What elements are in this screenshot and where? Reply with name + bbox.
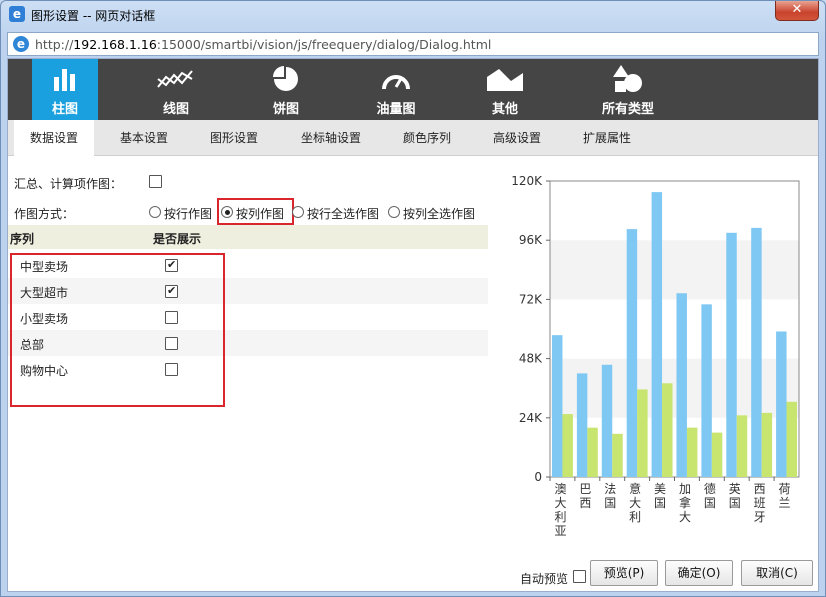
- tab-color-series[interactable]: 颜色序列: [387, 120, 467, 156]
- y-tick-label: 120K: [511, 174, 543, 188]
- mode-by-row-radio[interactable]: [149, 206, 161, 218]
- grid-band: [550, 240, 799, 300]
- y-tick-label: 96K: [519, 233, 543, 247]
- tab-axis-settings[interactable]: 坐标轴设置: [284, 120, 378, 156]
- pie-chart-icon: [273, 66, 298, 91]
- chart-type-label: 饼图: [272, 102, 299, 117]
- y-tick-label: 48K: [519, 352, 543, 366]
- mode-by-row-all-radio[interactable]: [292, 206, 304, 218]
- auto-preview-label: 自动预览: [520, 572, 569, 586]
- summary-checkbox[interactable]: [149, 175, 162, 188]
- chart-type-pie-tab[interactable]: 饼图: [253, 59, 319, 120]
- chart-type-other-tab[interactable]: 其他: [472, 59, 538, 120]
- chart-type-gauge-tab[interactable]: 油量图: [363, 59, 429, 120]
- settings-tabs: 数据设置 基本设置 图形设置 坐标轴设置 颜色序列 高级设置 扩展属性: [8, 120, 818, 157]
- tab-graphic-settings[interactable]: 图形设置: [194, 120, 274, 156]
- chart-type-label: 柱图: [51, 102, 78, 117]
- line-chart-icon: [157, 70, 193, 88]
- area-chart-icon: [487, 69, 523, 91]
- window-title: 图形设置 -- 网页对话框: [31, 9, 156, 23]
- dialog-content: 柱图 线图 饼图 油量图 其他 所有类型 数据设置 基本设置 图形设置 坐标轴设…: [7, 58, 819, 592]
- mode-by-column-all-radio[interactable]: [388, 206, 400, 218]
- x-tick-label: 加拿大: [679, 482, 691, 524]
- tab-extended-properties[interactable]: 扩展属性: [567, 120, 647, 156]
- shapes-icon: [613, 65, 642, 92]
- chart-type-bar-tab[interactable]: 柱图: [32, 59, 98, 120]
- bar: [776, 331, 787, 477]
- mode-by-column-all-label[interactable]: 按列全选作图: [403, 205, 475, 222]
- y-tick-label: 0: [534, 470, 542, 484]
- bar: [562, 414, 573, 477]
- x-tick-label: 法国: [604, 482, 616, 510]
- bar: [601, 364, 613, 477]
- chart-type-all-tab[interactable]: 所有类型: [583, 59, 673, 120]
- y-tick-label: 72K: [519, 292, 543, 306]
- bar: [637, 389, 648, 477]
- x-tick-label: 西班牙: [754, 482, 766, 524]
- address-bar[interactable]: e http://192.168.1.16:15000/smartbi/visi…: [7, 32, 819, 56]
- address-url: http://192.168.1.16:15000/smartbi/vision…: [35, 37, 492, 52]
- bar: [761, 412, 773, 477]
- x-tick-label: 巴西: [579, 482, 591, 510]
- chart-type-label: 油量图: [376, 102, 416, 117]
- bar: [662, 383, 673, 477]
- x-tick-label: 英国: [729, 482, 741, 510]
- auto-preview-checkbox[interactable]: [573, 570, 586, 583]
- page-icon: e: [9, 6, 25, 22]
- mode-label: 作图方式：: [14, 207, 75, 221]
- chart-type-bar: 柱图 线图 饼图 油量图 其他 所有类型: [8, 59, 818, 120]
- bar: [651, 192, 663, 477]
- preview-button[interactable]: 预览(P): [590, 560, 658, 586]
- series-table-header: 序列 是否展示: [8, 225, 488, 249]
- series-column-header: 序列: [10, 232, 35, 246]
- y-tick-label: 24K: [519, 411, 543, 425]
- bar: [701, 304, 712, 477]
- x-tick-label: 荷兰: [779, 482, 791, 510]
- bar-chart-icon: [54, 69, 75, 91]
- tab-basic-settings[interactable]: 基本设置: [104, 120, 184, 156]
- chart-type-line-tab[interactable]: 线图: [143, 59, 209, 120]
- grid-band: [550, 299, 799, 359]
- bar: [751, 227, 762, 477]
- bar: [726, 232, 737, 477]
- title-bar: e 图形设置 -- 网页对话框 ✕: [1, 1, 825, 29]
- bar: [626, 229, 638, 477]
- bar: [612, 433, 623, 477]
- x-tick-label: 德国: [704, 481, 716, 510]
- grid-band: [550, 181, 799, 241]
- highlight-mode-box: [217, 198, 294, 225]
- bar: [576, 373, 588, 477]
- mode-by-row-all-label[interactable]: 按行全选作图: [307, 205, 379, 222]
- close-button[interactable]: ✕: [775, 1, 819, 21]
- bar: [711, 432, 723, 477]
- chart-type-label: 其他: [491, 102, 518, 117]
- x-tick-label: 美国: [654, 482, 666, 510]
- bar: [551, 335, 563, 477]
- dialog-window: e 图形设置 -- 网页对话框 ✕ e http://192.168.1.16:…: [0, 0, 826, 597]
- x-tick-label: 澳大利亚: [554, 482, 566, 538]
- highlight-series-box: [10, 253, 225, 407]
- bar: [736, 415, 748, 477]
- cancel-button[interactable]: 取消(C): [741, 560, 813, 586]
- bar: [587, 427, 598, 477]
- ie-icon: e: [13, 36, 29, 52]
- bar: [676, 293, 687, 477]
- chart-type-label: 线图: [162, 102, 189, 117]
- bar: [786, 401, 798, 477]
- mode-by-row-label[interactable]: 按行作图: [164, 205, 212, 222]
- bar-chart: 0 24K 48K 72K 96K 120K 澳大利亚 巴西法国 意大利 美国 加拿大 德国英国 西班牙…: [511, 174, 800, 538]
- ok-button[interactable]: 确定(O): [665, 560, 733, 586]
- tab-advanced-settings[interactable]: 高级设置: [477, 120, 557, 156]
- chart-type-label: 所有类型: [601, 102, 654, 117]
- bar: [686, 427, 698, 477]
- tab-data-settings[interactable]: 数据设置: [14, 120, 94, 157]
- close-icon: ✕: [791, 2, 803, 17]
- show-column-header: 是否展示: [153, 232, 202, 246]
- gauge-icon: [382, 75, 410, 90]
- summary-label: 汇总、计算项作图：: [14, 177, 123, 191]
- x-tick-label: 意大利: [629, 481, 641, 524]
